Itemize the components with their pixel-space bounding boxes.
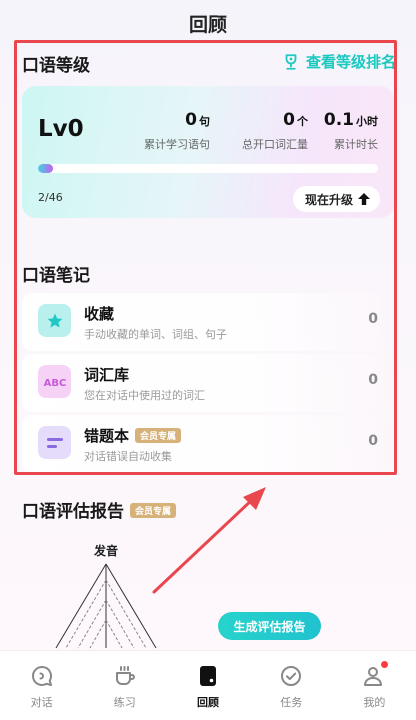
tab-practice[interactable]: 练习: [83, 651, 166, 720]
stat-sentences-label: 累计学习语句: [144, 138, 210, 151]
note-title-error-book-text: 错题本: [84, 427, 130, 445]
vip-badge: 会员专属: [135, 428, 182, 443]
trophy-icon: [285, 53, 297, 70]
note-count-favorites: 0: [368, 311, 378, 327]
cup-icon: [115, 666, 135, 685]
level-progress-bar: [38, 164, 378, 173]
stat-duration: 0.1 小时 累计时长: [324, 110, 378, 152]
level-card: Lv0 0句 累计学习语句 0个 总开口词汇量 0.1 小时 累计时长 2/46 …: [22, 86, 394, 218]
report-vip-badge: 会员专属: [130, 503, 177, 518]
stat-vocabulary-unit: 个: [297, 115, 308, 128]
stat-sentences: 0句 累计学习语句: [144, 110, 210, 152]
tab-label-review: 回顾: [197, 696, 219, 709]
arrow-up-icon: [358, 193, 370, 205]
level-name: Lv0: [38, 116, 84, 142]
tab-profile[interactable]: 我的: [333, 651, 416, 720]
view-rank-label: 查看等级排名: [305, 53, 396, 71]
tab-tasks[interactable]: 任务: [250, 651, 333, 720]
level-progress-text: 2/46: [38, 191, 63, 204]
note-title-favorites: 收藏: [84, 305, 115, 323]
tab-label-profile: 我的: [363, 696, 386, 709]
stat-sentences-unit: 句: [199, 115, 210, 128]
radar-axis-label: 发音: [94, 544, 119, 558]
notes-title: 口语笔记: [22, 266, 90, 286]
note-desc-error-book: 对话错误自动收集: [84, 450, 172, 463]
note-item-vocabulary[interactable]: ABC 词汇库 您在对话中使用过的词汇 0: [22, 354, 392, 412]
chat-icon: [31, 665, 52, 686]
speaking-level-title: 口语等级: [22, 56, 90, 76]
upgrade-label: 现在升级: [304, 192, 353, 207]
tab-label-chat: 对话: [30, 696, 53, 709]
level-progress-fill: [38, 164, 53, 173]
view-rank-link[interactable]: 查看等级排名: [282, 51, 396, 72]
tab-label-tasks: 任务: [280, 696, 303, 709]
review-icon: [200, 666, 216, 686]
stat-vocabulary-value: 0: [283, 110, 295, 130]
report-title: 口语评估报告 会员专属: [22, 497, 177, 522]
stat-sentences-value: 0: [185, 110, 197, 130]
stat-duration-unit: 小时: [356, 115, 378, 128]
note-item-error-book[interactable]: 错题本 会员专属 对话错误自动收集 0: [22, 415, 392, 473]
generate-report-button[interactable]: 生成评估报告: [218, 612, 321, 640]
task-check-icon: [281, 666, 302, 686]
stat-duration-label: 累计时长: [334, 138, 378, 151]
star-icon: [38, 304, 71, 337]
note-title-error-book: 错题本 会员专属: [84, 425, 182, 446]
svg-text:ABC: ABC: [43, 378, 66, 389]
report-title-text: 口语评估报告: [22, 502, 124, 522]
abc-icon: ABC: [38, 365, 71, 398]
note-item-favorites[interactable]: 收藏 手动收藏的单词、词组、句子 0: [22, 293, 392, 351]
stat-duration-value: 0.1: [323, 110, 354, 130]
bottom-tab-bar: 对话 练习 回顾 任务 我的: [0, 650, 416, 720]
upgrade-button[interactable]: 现在升级: [292, 186, 380, 212]
note-desc-favorites: 手动收藏的单词、词组、句子: [84, 328, 227, 341]
note-count-error-book: 0: [368, 433, 378, 449]
note-count-vocabulary: 0: [368, 372, 378, 388]
error-book-icon: [38, 426, 71, 459]
stat-vocabulary-label: 总开口词汇量: [242, 138, 308, 151]
radar-chart: [55, 563, 157, 649]
tab-label-practice: 练习: [113, 696, 136, 709]
note-desc-vocabulary: 您在对话中使用过的词汇: [84, 389, 205, 402]
tab-chat[interactable]: 对话: [0, 651, 83, 720]
note-title-vocabulary: 词汇库: [84, 366, 130, 384]
stat-vocabulary: 0个 总开口词汇量: [242, 110, 308, 152]
tab-review[interactable]: 回顾: [166, 651, 249, 720]
page-title: 回顾: [188, 14, 227, 36]
notification-dot: [381, 661, 389, 668]
